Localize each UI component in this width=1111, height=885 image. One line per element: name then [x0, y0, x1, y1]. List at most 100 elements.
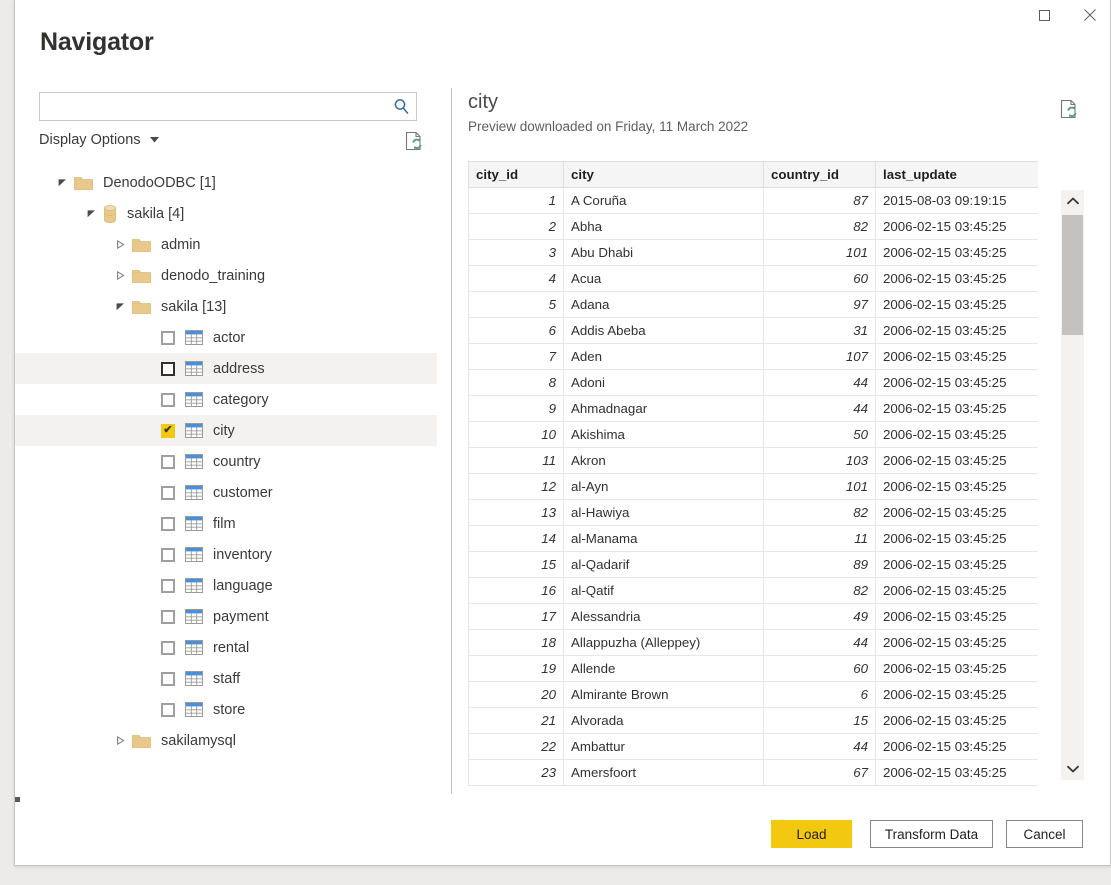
transform-data-button[interactable]: Transform Data [870, 820, 993, 848]
tree-item-checkbox[interactable] [161, 393, 175, 407]
tree-item-inventory[interactable]: inventory [15, 539, 437, 570]
table-row[interactable]: 20Almirante Brown62006-02-15 03:45:25 [469, 682, 1039, 708]
table-header-row: city_idcitycountry_idlast_update [469, 162, 1039, 188]
tree-item-denodo-training[interactable]: denodo_training [15, 260, 437, 291]
tree-item-label: store [213, 702, 245, 718]
chevron-expanded-icon[interactable] [113, 299, 128, 314]
tree-item-actor[interactable]: actor [15, 322, 437, 353]
tree-item-checkbox[interactable] [161, 579, 175, 593]
refresh-preview-button-right[interactable] [1058, 98, 1082, 122]
table-row[interactable]: 23Amersfoort672006-02-15 03:45:25 [469, 760, 1039, 786]
cell-city_id: 6 [469, 318, 564, 344]
table-row[interactable]: 22Ambattur442006-02-15 03:45:25 [469, 734, 1039, 760]
search-input[interactable] [40, 93, 386, 120]
tree-item-address[interactable]: address [15, 353, 437, 384]
load-button[interactable]: Load [771, 820, 852, 848]
table-row[interactable]: 4Acua602006-02-15 03:45:25 [469, 266, 1039, 292]
table-row[interactable]: 18Allappuzha (Alleppey)442006-02-15 03:4… [469, 630, 1039, 656]
tree-item-label: payment [213, 609, 269, 625]
scrollbar-thumb[interactable] [1062, 215, 1083, 335]
cell-city: Ambattur [564, 734, 764, 760]
tree-item-checkbox[interactable] [161, 517, 175, 531]
table-icon [185, 547, 203, 562]
column-header-country_id[interactable]: country_id [764, 162, 876, 188]
tree-item-country[interactable]: country [15, 446, 437, 477]
tree-item-checkbox[interactable] [161, 424, 175, 438]
tree-item-checkbox[interactable] [161, 362, 175, 376]
table-icon [185, 392, 203, 407]
preview-table-container[interactable]: city_idcitycountry_idlast_update 1A Coru… [468, 161, 1038, 793]
table-row[interactable]: 7Aden1072006-02-15 03:45:25 [469, 344, 1039, 370]
table-row[interactable]: 9Ahmadnagar442006-02-15 03:45:25 [469, 396, 1039, 422]
table-row[interactable]: 1A Coruña872015-08-03 09:19:15 [469, 188, 1039, 214]
close-button[interactable] [1067, 0, 1111, 30]
pane-splitter[interactable] [451, 88, 452, 794]
tree-item-city[interactable]: city [15, 415, 437, 446]
chevron-collapsed-icon[interactable] [113, 237, 128, 252]
cell-city: Addis Abeba [564, 318, 764, 344]
preview-title: city [468, 90, 1088, 114]
tree-item-admin[interactable]: admin [15, 229, 437, 260]
search-box[interactable] [39, 92, 417, 121]
table-row[interactable]: 11Akron1032006-02-15 03:45:25 [469, 448, 1039, 474]
tree-item-customer[interactable]: customer [15, 477, 437, 508]
table-icon [185, 423, 203, 438]
cell-city_id: 7 [469, 344, 564, 370]
chevron-expanded-icon[interactable] [55, 175, 70, 190]
chevron-collapsed-icon[interactable] [113, 268, 128, 283]
tree-item-store[interactable]: store [15, 694, 437, 725]
table-row[interactable]: 2Abha822006-02-15 03:45:25 [469, 214, 1039, 240]
tree-item-payment[interactable]: payment [15, 601, 437, 632]
table-row[interactable]: 12al-Ayn1012006-02-15 03:45:25 [469, 474, 1039, 500]
cell-last_update: 2006-02-15 03:45:25 [876, 474, 1039, 500]
preview-vertical-scrollbar[interactable] [1061, 190, 1084, 780]
table-row[interactable]: 15al-Qadarif892006-02-15 03:45:25 [469, 552, 1039, 578]
tree-item-denodoodbc[interactable]: DenodoODBC [1] [15, 167, 437, 198]
refresh-preview-button-left[interactable] [403, 130, 427, 154]
cell-city: Almirante Brown [564, 682, 764, 708]
maximize-button[interactable] [1022, 0, 1067, 30]
table-row[interactable]: 3Abu Dhabi1012006-02-15 03:45:25 [469, 240, 1039, 266]
object-tree[interactable]: DenodoODBC [1]sakila [4]admindenodo_trai… [15, 167, 437, 787]
tree-item-sakila[interactable]: sakila [4] [15, 198, 437, 229]
tree-item-category[interactable]: category [15, 384, 437, 415]
cell-country_id: 44 [764, 630, 876, 656]
table-row[interactable]: 13al-Hawiya822006-02-15 03:45:25 [469, 500, 1039, 526]
tree-item-checkbox[interactable] [161, 331, 175, 345]
column-header-last_update[interactable]: last_update [876, 162, 1039, 188]
tree-item-checkbox[interactable] [161, 610, 175, 624]
scroll-down-button[interactable] [1061, 758, 1084, 780]
column-header-city_id[interactable]: city_id [469, 162, 564, 188]
table-row[interactable]: 5Adana972006-02-15 03:45:25 [469, 292, 1039, 318]
tree-item-checkbox[interactable] [161, 486, 175, 500]
cell-city_id: 23 [469, 760, 564, 786]
tree-item-label: staff [213, 671, 240, 687]
tree-item-checkbox[interactable] [161, 548, 175, 562]
tree-item-sakilamysql[interactable]: sakilamysql [15, 725, 437, 756]
table-row[interactable]: 14al-Manama112006-02-15 03:45:25 [469, 526, 1039, 552]
tree-item-checkbox[interactable] [161, 455, 175, 469]
table-row[interactable]: 16al-Qatif822006-02-15 03:45:25 [469, 578, 1039, 604]
cancel-button[interactable]: Cancel [1006, 820, 1083, 848]
chevron-expanded-icon[interactable] [84, 206, 99, 221]
tree-item-sakila[interactable]: sakila [13] [15, 291, 437, 322]
table-row[interactable]: 17Alessandria492006-02-15 03:45:25 [469, 604, 1039, 630]
tree-item-rental[interactable]: rental [15, 632, 437, 663]
table-row[interactable]: 19Allende602006-02-15 03:45:25 [469, 656, 1039, 682]
tree-item-checkbox[interactable] [161, 641, 175, 655]
cell-city_id: 14 [469, 526, 564, 552]
tree-item-checkbox[interactable] [161, 703, 175, 717]
table-row[interactable]: 21Alvorada152006-02-15 03:45:25 [469, 708, 1039, 734]
tree-item-language[interactable]: language [15, 570, 437, 601]
chevron-collapsed-icon[interactable] [113, 733, 128, 748]
tree-item-checkbox[interactable] [161, 672, 175, 686]
search-icon[interactable] [386, 93, 416, 120]
scroll-up-button[interactable] [1061, 190, 1084, 212]
display-options-dropdown[interactable]: Display Options [39, 132, 159, 148]
tree-item-staff[interactable]: staff [15, 663, 437, 694]
table-row[interactable]: 8Adoni442006-02-15 03:45:25 [469, 370, 1039, 396]
column-header-city[interactable]: city [564, 162, 764, 188]
tree-item-film[interactable]: film [15, 508, 437, 539]
table-row[interactable]: 10Akishima502006-02-15 03:45:25 [469, 422, 1039, 448]
table-row[interactable]: 6Addis Abeba312006-02-15 03:45:25 [469, 318, 1039, 344]
